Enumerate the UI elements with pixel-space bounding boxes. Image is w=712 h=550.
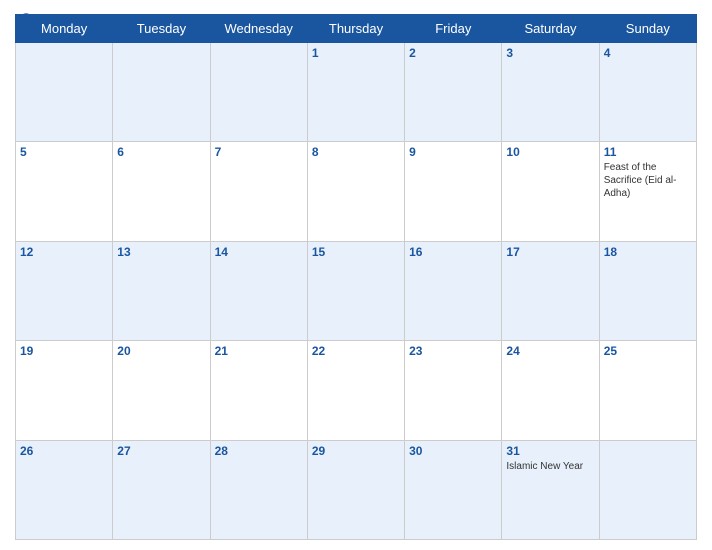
- weekday-header-thursday: Thursday: [307, 15, 404, 43]
- calendar-cell: 17: [502, 241, 599, 340]
- day-number: 18: [604, 245, 692, 259]
- calendar-cell: 31 Islamic New Year: [502, 440, 599, 539]
- calendar-week-1: 1234: [16, 43, 697, 142]
- calendar-cell: 25: [599, 341, 696, 440]
- calendar-cell: [16, 43, 113, 142]
- day-number: 9: [409, 145, 497, 159]
- day-number: 13: [117, 245, 205, 259]
- calendar-week-5: 26 27 28 29 30 31 Islamic New Year: [16, 440, 697, 539]
- calendar-cell: 26: [16, 440, 113, 539]
- calendar-cell: [113, 43, 210, 142]
- day-number: 16: [409, 245, 497, 259]
- calendar-week-2: 56789 10 11 Feast of the Sacrifice (Eid al-…: [16, 142, 697, 241]
- day-number: 5: [20, 145, 108, 159]
- day-number: 20: [117, 344, 205, 358]
- calendar-cell: 19: [16, 341, 113, 440]
- weekday-header-saturday: Saturday: [502, 15, 599, 43]
- calendar-cell: 12: [16, 241, 113, 340]
- calendar-cell: [210, 43, 307, 142]
- holiday-text: Feast of the Sacrifice (Eid al-Adha): [604, 161, 692, 200]
- calendar-cell: 6: [113, 142, 210, 241]
- day-number: 14: [215, 245, 303, 259]
- calendar-cell: 1: [307, 43, 404, 142]
- day-number: 28: [215, 444, 303, 458]
- calendar-cell: 5: [16, 142, 113, 241]
- calendar-cell: 2: [405, 43, 502, 142]
- calendar-cell: 8: [307, 142, 404, 241]
- day-number: 23: [409, 344, 497, 358]
- calendar-cell: 15: [307, 241, 404, 340]
- day-number: 12: [20, 245, 108, 259]
- day-number: 29: [312, 444, 400, 458]
- day-number: 15: [312, 245, 400, 259]
- calendar-table: MondayTuesdayWednesdayThursdayFridaySatu…: [15, 14, 697, 540]
- calendar-cell: 11 Feast of the Sacrifice (Eid al-Adha): [599, 142, 696, 241]
- weekday-header-wednesday: Wednesday: [210, 15, 307, 43]
- day-number: 30: [409, 444, 497, 458]
- day-number: 19: [20, 344, 108, 358]
- calendar-cell: 16: [405, 241, 502, 340]
- day-number: 26: [20, 444, 108, 458]
- day-number: 11: [604, 145, 692, 159]
- calendar-cell: [599, 440, 696, 539]
- weekday-header-sunday: Sunday: [599, 15, 696, 43]
- day-number: 3: [506, 46, 594, 60]
- calendar-cell: 4: [599, 43, 696, 142]
- calendar-cell: 7: [210, 142, 307, 241]
- day-number: 7: [215, 145, 303, 159]
- logo-bird-icon: [13, 12, 33, 26]
- day-number: 2: [409, 46, 497, 60]
- calendar-cell: 20: [113, 341, 210, 440]
- calendar-cell: 14: [210, 241, 307, 340]
- calendar-cell: 18: [599, 241, 696, 340]
- calendar-cell: 21: [210, 341, 307, 440]
- calendar-cell: 24: [502, 341, 599, 440]
- calendar-week-4: 19 20 21 22 23 24 25: [16, 341, 697, 440]
- day-number: 4: [604, 46, 692, 60]
- calendar-cell: 23: [405, 341, 502, 440]
- day-number: 31: [506, 444, 594, 458]
- calendar-cell: 30: [405, 440, 502, 539]
- calendar-cell: 9: [405, 142, 502, 241]
- day-number: 21: [215, 344, 303, 358]
- day-number: 22: [312, 344, 400, 358]
- day-number: 24: [506, 344, 594, 358]
- calendar-cell: 10: [502, 142, 599, 241]
- calendar-cell: 3: [502, 43, 599, 142]
- weekday-header-friday: Friday: [405, 15, 502, 43]
- calendar-cell: 13: [113, 241, 210, 340]
- day-number: 27: [117, 444, 205, 458]
- calendar-cell: 28: [210, 440, 307, 539]
- calendar-cell: 22: [307, 341, 404, 440]
- weekday-header-tuesday: Tuesday: [113, 15, 210, 43]
- holiday-text: Islamic New Year: [506, 460, 594, 473]
- day-number: 1: [312, 46, 400, 60]
- day-number: 25: [604, 344, 692, 358]
- calendar-cell: 27: [113, 440, 210, 539]
- calendar-week-3: 12 13 14 15 16 17 18: [16, 241, 697, 340]
- day-number: 17: [506, 245, 594, 259]
- day-number: 10: [506, 145, 594, 159]
- calendar-cell: 29: [307, 440, 404, 539]
- day-number: 8: [312, 145, 400, 159]
- weekday-header-row: MondayTuesdayWednesdayThursdayFridaySatu…: [16, 15, 697, 43]
- day-number: 6: [117, 145, 205, 159]
